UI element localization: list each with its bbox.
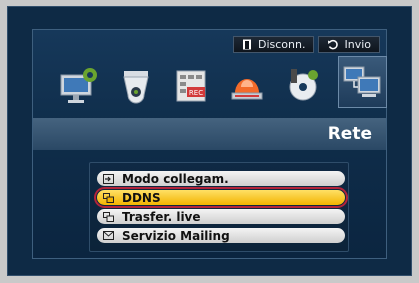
section-title: Rete bbox=[327, 124, 372, 144]
network-computers-icon[interactable] bbox=[337, 56, 387, 108]
alarm-siren-icon[interactable] bbox=[226, 62, 268, 108]
top-buttons: Disconn. Invio bbox=[233, 36, 380, 53]
menu-item-trasfer-live[interactable]: Trasfer. live bbox=[97, 209, 345, 224]
login-arrow-icon bbox=[103, 173, 114, 184]
door-icon bbox=[243, 39, 251, 50]
menu-item-label: Servizio Mailing bbox=[122, 228, 230, 243]
back-button[interactable]: Invio bbox=[318, 36, 380, 53]
return-arrow-icon bbox=[328, 39, 339, 50]
mail-icon bbox=[103, 231, 114, 240]
settings-monitor-icon[interactable] bbox=[57, 62, 101, 108]
main-window: Disconn. Invio REC Rete Modo collegam. D… bbox=[7, 6, 412, 276]
menu-panel: Disconn. Invio REC Rete Modo collegam. D… bbox=[32, 29, 387, 259]
record-schedule-icon[interactable]: REC bbox=[171, 62, 213, 108]
back-label: Invio bbox=[344, 38, 371, 51]
menu-item-label: Trasfer. live bbox=[122, 209, 201, 224]
menu-item-modo-collegam[interactable]: Modo collegam. bbox=[97, 171, 345, 186]
main-menu-icons: REC bbox=[57, 56, 387, 108]
menu-item-label: Modo collegam. bbox=[122, 171, 229, 186]
network-icon bbox=[103, 192, 114, 203]
network-icon bbox=[103, 211, 114, 222]
svg-text:REC: REC bbox=[189, 89, 203, 97]
backup-disc-icon[interactable] bbox=[282, 62, 324, 108]
camera-icon[interactable] bbox=[115, 62, 157, 108]
disconnect-label: Disconn. bbox=[258, 38, 306, 51]
section-header: Rete bbox=[33, 118, 386, 150]
network-menu: Modo collegam. DDNS Trasfer. live Serviz… bbox=[89, 162, 349, 252]
menu-item-label: DDNS bbox=[122, 190, 161, 205]
menu-item-ddns[interactable]: DDNS bbox=[94, 187, 348, 208]
menu-item-servizio-mailing[interactable]: Servizio Mailing bbox=[97, 228, 345, 243]
disconnect-button[interactable]: Disconn. bbox=[233, 36, 315, 53]
